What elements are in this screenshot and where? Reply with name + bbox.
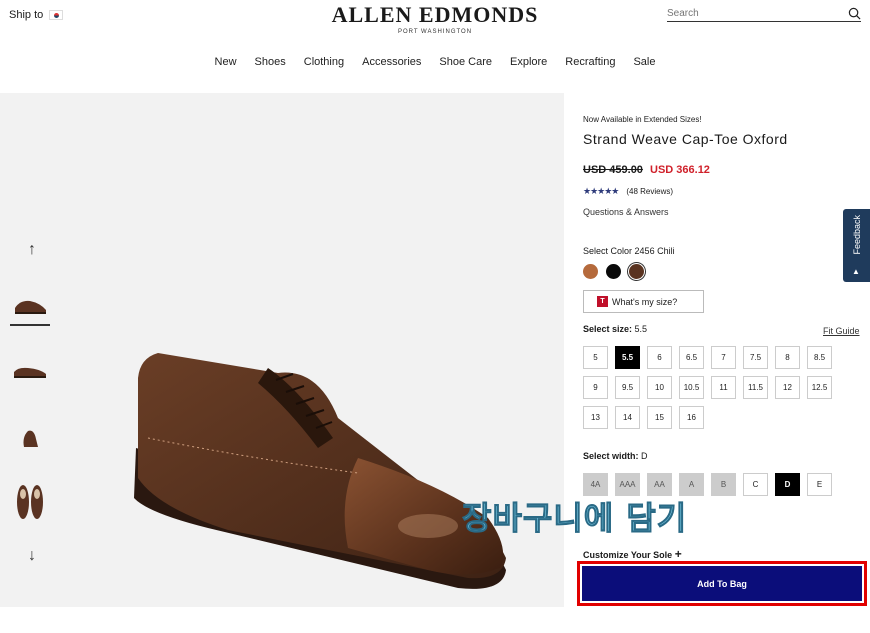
select-size-text: Select size: <box>583 324 633 334</box>
nav-sale[interactable]: Sale <box>633 56 655 68</box>
rating[interactable]: ★★★★★ (48 Reviews) <box>583 186 673 197</box>
arrow-down-icon[interactable]: ↓ <box>22 547 42 565</box>
thumbnail-side-view[interactable] <box>10 286 50 326</box>
questions-answers-link[interactable]: Questions & Answers <box>583 207 669 217</box>
search-icon[interactable] <box>848 7 861 20</box>
original-price: USD 459.00 <box>583 164 643 176</box>
nav-explore[interactable]: Explore <box>510 56 547 68</box>
select-size-label: Select size: 5.5 <box>583 324 647 334</box>
customize-sole-toggle[interactable]: Customize Your Sole + <box>583 547 682 561</box>
color-name: 2456 Chili <box>634 246 675 256</box>
color-swatch-chili[interactable] <box>629 264 644 279</box>
size-option[interactable]: 6.5 <box>679 346 704 369</box>
select-color-label: Select Color 2456 Chili <box>583 246 675 256</box>
width-option[interactable]: E <box>807 473 832 496</box>
width-option[interactable]: B <box>711 473 736 496</box>
selected-width-value: D <box>641 451 648 461</box>
search-bar[interactable] <box>667 6 861 22</box>
nav-shoe-care[interactable]: Shoe Care <box>439 56 492 68</box>
nav-accessories[interactable]: Accessories <box>362 56 421 68</box>
color-swatch-black[interactable] <box>606 264 621 279</box>
logo-subtext: PORT WASHINGTON <box>397 29 473 35</box>
feedback-tab[interactable]: Feedback ▲ <box>843 209 870 282</box>
search-input[interactable] <box>667 8 827 19</box>
thumbnail-sole-view[interactable] <box>10 482 50 522</box>
size-option[interactable]: 14 <box>615 406 640 429</box>
customize-sole-label: Customize Your Sole <box>583 550 673 560</box>
select-width-label: Select width: D <box>583 451 648 461</box>
size-option[interactable]: 16 <box>679 406 704 429</box>
size-option[interactable]: 11 <box>711 376 736 399</box>
true-fit-icon: T <box>597 296 608 307</box>
size-option[interactable]: 11.5 <box>743 376 768 399</box>
size-option[interactable]: 12.5 <box>807 376 832 399</box>
selected-size-value: 5.5 <box>634 324 648 334</box>
nav-recrafting[interactable]: Recrafting <box>565 56 615 68</box>
plus-icon: + <box>674 547 682 561</box>
size-option[interactable]: 5.5 <box>615 346 640 369</box>
select-color-text: Select Color <box>583 246 633 256</box>
overlay-caption: 장바구니에 담기 <box>461 499 688 538</box>
size-option[interactable]: 7 <box>711 346 736 369</box>
triangle-up-icon: ▲ <box>852 267 860 276</box>
whats-my-size-label: What's my size? <box>612 296 678 307</box>
add-to-bag-button[interactable]: Add To Bag <box>582 566 862 601</box>
color-swatches <box>583 264 644 279</box>
add-to-bag-highlight: Add To Bag <box>577 561 867 606</box>
product-title: Strand Weave Cap-Toe Oxford <box>583 131 788 147</box>
site-header: Ship to ALLEN EDMONDS PORT WASHINGTON Ne… <box>0 0 870 93</box>
color-swatch-tan[interactable] <box>583 264 598 279</box>
thumbnail-front-view[interactable] <box>10 417 50 457</box>
product-image <box>134 353 506 589</box>
size-option[interactable]: 5 <box>583 346 608 369</box>
review-count[interactable]: (48 Reviews) <box>626 187 673 196</box>
feedback-label: Feedback <box>852 215 862 255</box>
size-option[interactable]: 12 <box>775 376 800 399</box>
nav-shoes[interactable]: Shoes <box>255 56 286 68</box>
sale-price: USD 366.12 <box>650 164 710 176</box>
arrow-up-icon[interactable]: ↑ <box>22 241 42 259</box>
availability-note: Now Available in Extended Sizes! <box>583 115 702 124</box>
price: USD 459.00 USD 366.12 <box>583 164 710 176</box>
size-option[interactable]: 10.5 <box>679 376 704 399</box>
size-option[interactable]: 8.5 <box>807 346 832 369</box>
fit-guide-link[interactable]: Fit Guide <box>823 326 860 336</box>
size-option[interactable]: 13 <box>583 406 608 429</box>
size-option[interactable]: 10 <box>647 376 672 399</box>
size-option[interactable]: 6 <box>647 346 672 369</box>
main-nav: New Shoes Clothing Accessories Shoe Care… <box>0 56 870 68</box>
size-option[interactable]: 9.5 <box>615 376 640 399</box>
width-option[interactable]: D <box>775 473 800 496</box>
select-width-text: Select width: <box>583 451 639 461</box>
whats-my-size-button[interactable]: T What's my size? <box>583 290 704 313</box>
size-option[interactable]: 8 <box>775 346 800 369</box>
star-rating-icon: ★★★★★ <box>583 186 619 196</box>
thumbnail-profile-view[interactable] <box>10 351 50 391</box>
size-grid: 5 5.5 6 6.5 7 7.5 8 8.5 9 9.5 10 10.5 11 11.5 12 12.5 13… <box>583 346 832 429</box>
nav-new[interactable]: New <box>215 56 237 68</box>
size-option[interactable]: 9 <box>583 376 608 399</box>
size-option[interactable]: 7.5 <box>743 346 768 369</box>
size-option[interactable]: 15 <box>647 406 672 429</box>
nav-clothing[interactable]: Clothing <box>304 56 344 68</box>
width-option[interactable]: C <box>743 473 768 496</box>
